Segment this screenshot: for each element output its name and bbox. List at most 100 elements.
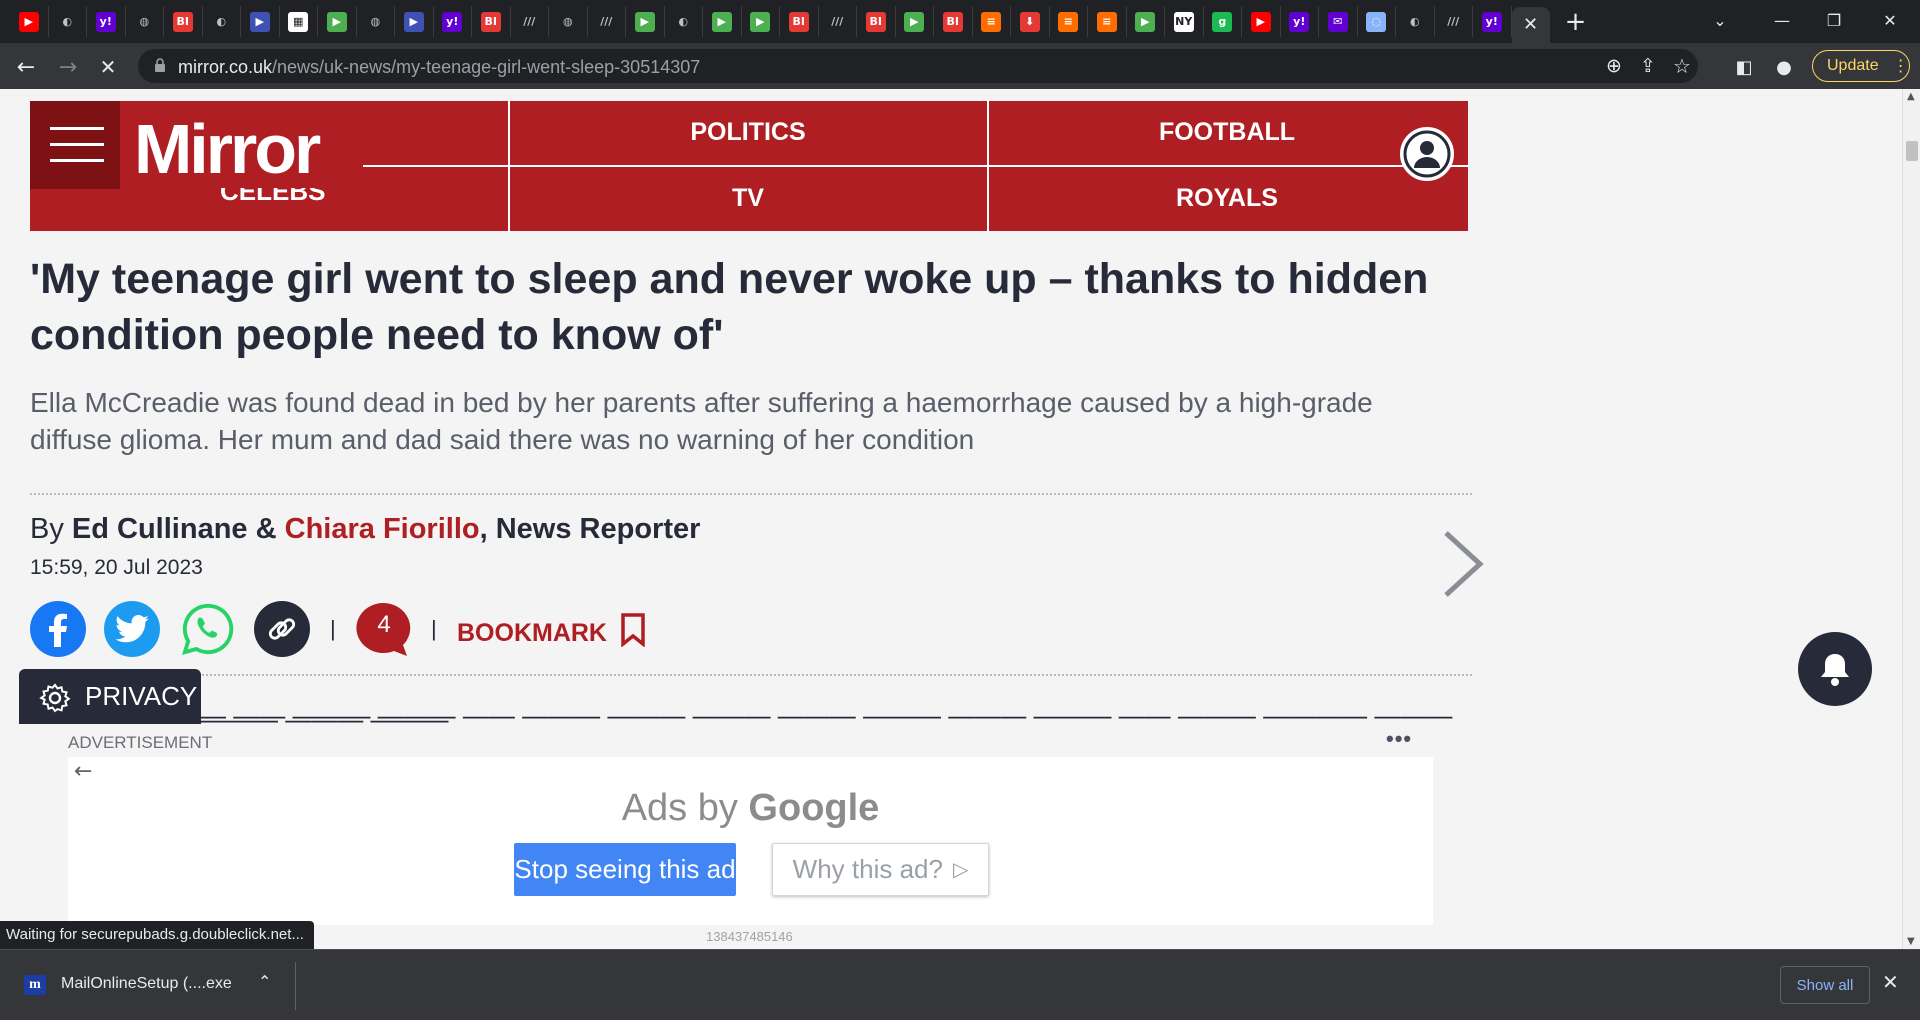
browser-tab[interactable]: ▶	[742, 6, 780, 37]
bookmark-icon: ≡	[981, 11, 1002, 32]
browser-tab[interactable]: ✉	[1319, 6, 1358, 37]
ad-options-icon[interactable]: •••	[1386, 726, 1412, 752]
active-tab-close-icon[interactable]: ✕	[1511, 6, 1550, 43]
browser-tab[interactable]: ◐	[49, 6, 87, 37]
browser-tab[interactable]: ≡	[1050, 6, 1088, 37]
nav-item-royals[interactable]: ROYALS	[989, 184, 1465, 213]
forward-icon[interactable]: →	[52, 51, 84, 83]
privacy-button[interactable]: PRIVACY	[19, 669, 201, 724]
whatsapp-share-icon[interactable]	[180, 601, 236, 657]
browser-tab[interactable]: ▶	[10, 6, 49, 37]
nav-item-tv[interactable]: TV	[510, 184, 986, 213]
browser-tab[interactable]: ///	[1435, 6, 1473, 37]
restore-icon[interactable]: ❐	[1806, 0, 1862, 40]
browser-tab[interactable]: ▶	[1242, 6, 1281, 37]
notifications-bell-button[interactable]	[1798, 632, 1872, 706]
play-outline-icon: ▷	[952, 859, 969, 881]
tab-search-icon[interactable]: ⌄	[1692, 0, 1748, 40]
address-bar[interactable]: mirror.co.uk/news/uk-news/my-teenage-gir…	[138, 49, 1698, 83]
browser-tab[interactable]: BI	[164, 6, 203, 37]
ad-id: 138437485146	[706, 929, 793, 944]
back-icon[interactable]: ←	[10, 51, 42, 83]
browser-tab[interactable]: ▶	[241, 6, 280, 37]
close-shelf-icon[interactable]: ✕	[1882, 970, 1899, 994]
privacy-label: PRIVACY	[85, 681, 198, 711]
browser-tab[interactable]: ▶	[896, 6, 934, 37]
stop-seeing-ad-button[interactable]: Stop seeing this ad	[514, 843, 736, 896]
nav-item-celebs[interactable]: CELEBS	[220, 188, 325, 202]
author-link-chiara-fiorillo[interactable]: Chiara Fiorillo	[285, 513, 480, 545]
scrollbar-thumb[interactable]	[1906, 141, 1918, 161]
zoom-icon[interactable]: ⊕	[1598, 50, 1630, 82]
why-this-ad-button[interactable]: Why this ad? ▷	[772, 843, 989, 896]
bi-icon: BI	[865, 11, 886, 32]
scroll-up-icon[interactable]: ▲	[1907, 91, 1915, 102]
nav-item-politics[interactable]: POLITICS	[510, 118, 986, 147]
bookmark-star-icon[interactable]: ☆	[1666, 50, 1698, 82]
download-item-name[interactable]: MailOnlineSetup (....exe	[61, 975, 232, 993]
browser-tab[interactable]: ≡	[1088, 6, 1127, 37]
browser-tab[interactable]: y!	[1281, 6, 1319, 37]
bookmark-icon	[621, 613, 645, 648]
browser-tab[interactable]: NY	[1165, 6, 1204, 37]
show-all-button[interactable]: Show all	[1780, 966, 1870, 1004]
minimize-icon[interactable]: —	[1754, 0, 1810, 40]
chevron-up-icon[interactable]: ⌃	[258, 972, 271, 991]
browser-tab[interactable]: BI	[472, 6, 511, 37]
update-button[interactable]: Update ⋮	[1812, 50, 1910, 82]
browser-tab[interactable]: ◐	[1396, 6, 1435, 37]
page-scrollbar[interactable]: ▲ ▼	[1902, 89, 1920, 949]
browser-tab[interactable]: ///	[819, 6, 857, 37]
browser-tab[interactable]: ▶	[703, 6, 742, 37]
browser-tab[interactable]: ◌	[1358, 6, 1396, 37]
next-article-arrow-icon[interactable]	[1440, 529, 1486, 599]
close-window-icon[interactable]: ✕	[1862, 0, 1918, 40]
browser-tab[interactable]: ◍	[357, 6, 395, 37]
side-panel-icon[interactable]: ◧	[1728, 51, 1760, 83]
facebook-share-icon[interactable]	[30, 601, 86, 657]
hamburger-menu-button[interactable]	[30, 101, 120, 189]
browser-tab[interactable]: y!	[87, 6, 126, 37]
browser-tab[interactable]: ///	[588, 6, 626, 37]
article-standfirst: Ella McCreadie was found dead in bed by …	[30, 387, 1373, 455]
new-tab-icon[interactable]: +	[1554, 7, 1598, 37]
author-link-ed-cullinane[interactable]: Ed Cullinane	[72, 513, 248, 545]
browser-tab[interactable]: ▦	[280, 6, 318, 37]
browser-tab[interactable]: ◍	[126, 6, 164, 37]
menu-dots-icon: ⋮	[1892, 58, 1909, 75]
bookmark-button[interactable]: BOOKMARK	[457, 613, 646, 648]
browser-tab[interactable]: ///	[511, 6, 549, 37]
browser-tab[interactable]: BI	[780, 6, 819, 37]
comment-count[interactable]: 4	[355, 611, 413, 639]
lines-icon: ///	[600, 15, 613, 28]
browser-tab[interactable]: ▶	[318, 6, 357, 37]
browser-tab[interactable]: y!	[1473, 6, 1512, 37]
mirror-logo[interactable]: Mirror	[134, 109, 321, 189]
browser-tab[interactable]: ◐	[665, 6, 703, 37]
browser-tab[interactable]: ≡	[973, 6, 1011, 37]
browser-tab[interactable]: BI	[857, 6, 896, 37]
arrow-icon: ▶	[249, 11, 270, 32]
browser-tab[interactable]: ▶	[626, 6, 665, 37]
browser-tab[interactable]: ▶	[395, 6, 434, 37]
account-icon[interactable]	[1400, 127, 1454, 181]
scroll-down-icon[interactable]: ▼	[1907, 936, 1915, 947]
author-role: , News Reporter	[479, 513, 701, 545]
copy-link-icon[interactable]	[254, 601, 310, 657]
ad-back-arrow-icon[interactable]: ←	[74, 759, 92, 784]
browser-tab[interactable]: g	[1204, 6, 1242, 37]
stop-loading-icon[interactable]: ✕	[92, 51, 124, 83]
play-icon: ▶	[1135, 11, 1156, 32]
share-icon[interactable]: ⇪	[1632, 50, 1664, 82]
browser-tab[interactable]: ▶	[1127, 6, 1165, 37]
browser-tab[interactable]: ◍	[549, 6, 588, 37]
profile-icon[interactable]: ●	[1768, 51, 1800, 83]
nav-item-football[interactable]: FOOTBALL	[989, 118, 1465, 147]
bi-icon: BI	[788, 11, 809, 32]
twitter-share-icon[interactable]	[104, 601, 160, 657]
browser-tab[interactable]: y!	[434, 6, 472, 37]
browser-tab[interactable]: ◐	[203, 6, 241, 37]
browser-tab[interactable]: BI	[934, 6, 973, 37]
share-separator: |	[431, 616, 437, 641]
browser-tab[interactable]: ⬇	[1011, 6, 1050, 37]
